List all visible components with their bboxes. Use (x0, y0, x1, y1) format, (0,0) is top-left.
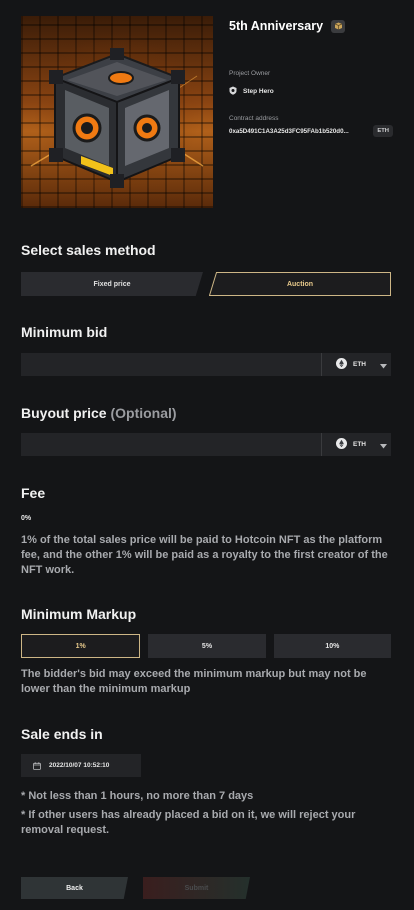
mystery-box-illustration (30, 48, 204, 188)
submit-button[interactable]: Submit (143, 877, 250, 899)
buyout-price-currency-select[interactable]: ETH (321, 433, 391, 456)
bid-removal-rule: * If other users has already placed a bi… (21, 809, 356, 836)
markup-option-1[interactable]: 1% (21, 634, 141, 658)
ethereum-icon (336, 356, 347, 374)
sale-duration-rule: * Not less than 1 hours, no more than 7 … (21, 790, 254, 802)
contract-address[interactable]: 0xa5D491C1A3A25d3FC95FAb1b520d0... (229, 128, 349, 135)
sale-end-date-picker[interactable]: 2022/10/07 10:52:10 (21, 754, 141, 777)
contract-address-label: Contract address (229, 115, 279, 122)
buyout-price-field: ETH (21, 433, 391, 456)
shield-icon (229, 82, 237, 100)
markup-option-5[interactable]: 5% (148, 634, 266, 658)
tab-auction-label: Auction (286, 280, 314, 288)
minimum-bid-field: ETH (21, 353, 391, 376)
nft-title: 5th Anniversary (229, 19, 324, 33)
minimum-markup-heading: Minimum Markup (21, 606, 137, 622)
back-button[interactable]: Back (21, 877, 128, 899)
nft-title-row: 5th Anniversary (229, 16, 393, 36)
project-owner-label: Project Owner (229, 70, 271, 77)
minimum-bid-input[interactable] (21, 353, 321, 376)
nft-artwork (21, 16, 213, 208)
ethereum-icon (336, 436, 347, 454)
nft-header: 5th Anniversary Project Owner Step Hero … (21, 16, 393, 209)
minimum-bid-currency-select[interactable]: ETH (321, 353, 391, 376)
fee-value: 0% (21, 515, 32, 522)
optional-tag: (Optional) (110, 405, 177, 421)
buyout-price-currency-label: ETH (353, 441, 366, 448)
minimum-bid-heading: Minimum bid (21, 324, 108, 340)
sale-ends-heading: Sale ends in (21, 726, 103, 742)
fee-heading: Fee (21, 485, 46, 501)
minimum-markup-options: 1% 5% 10% (21, 634, 391, 658)
chain-badge: ETH (373, 125, 393, 137)
buyout-price-input[interactable] (21, 433, 321, 456)
tab-fixed-price[interactable]: Fixed price (21, 272, 203, 296)
mystery-box-icon (331, 19, 346, 33)
project-owner-name: Step Hero (243, 87, 274, 95)
sales-method-heading: Select sales method (21, 242, 156, 258)
nft-info: 5th Anniversary Project Owner Step Hero … (229, 16, 393, 137)
project-owner[interactable]: Step Hero (229, 82, 274, 100)
sale-end-datetime: 2022/10/07 10:52:10 (49, 762, 110, 769)
minimum-bid-currency-label: ETH (353, 361, 366, 368)
calendar-icon (33, 757, 41, 775)
markup-note: The bidder's bid may exceed the minimum … (21, 668, 367, 695)
tab-auction[interactable]: Auction (209, 272, 391, 296)
buyout-price-heading-text: Buyout price (21, 405, 107, 421)
contract-address-row: 0xa5D491C1A3A25d3FC95FAb1b520d0... ETH (229, 125, 393, 137)
buyout-price-heading: Buyout price (Optional) (21, 405, 177, 421)
chevron-down-icon (380, 356, 387, 374)
markup-option-10[interactable]: 10% (273, 634, 391, 658)
fee-description: 1% of the total sales price will be paid… (21, 534, 388, 576)
sales-method-tabs: Fixed price Auction (21, 272, 391, 296)
chevron-down-icon (380, 436, 387, 454)
